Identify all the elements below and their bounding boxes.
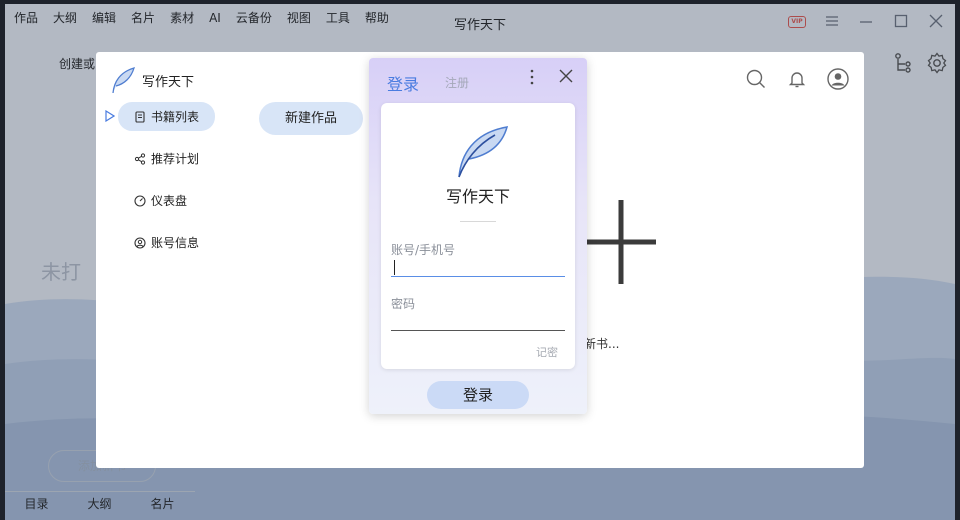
avatar-icon[interactable] xyxy=(827,68,849,90)
nav-label: 推荐计划 xyxy=(151,152,200,166)
new-work-button[interactable]: 新建作品 xyxy=(259,102,363,135)
bell-icon[interactable] xyxy=(787,69,807,89)
nav-item-account[interactable]: 账号信息 xyxy=(118,228,215,257)
account-label: 账号/手机号 xyxy=(391,243,456,257)
panel-brand: 写作天下 xyxy=(142,75,195,90)
remember-password-option[interactable]: 记密 xyxy=(536,344,558,360)
login-brand: 写作天下 xyxy=(445,187,510,206)
login-dialog: 登录 注册 写作天下 账号/手机号 密码 记密 登录 xyxy=(369,58,587,414)
nav-label: 仪表盘 xyxy=(151,194,188,208)
account-input[interactable] xyxy=(391,257,565,277)
user-circle-icon xyxy=(134,236,146,249)
book-list-icon xyxy=(135,110,145,123)
password-underline xyxy=(391,330,565,331)
nav-label: 账号信息 xyxy=(151,236,200,250)
quill-logo-icon xyxy=(458,126,509,178)
password-input[interactable] xyxy=(391,310,565,330)
nav-label: 书籍列表 xyxy=(151,110,200,124)
account-underline xyxy=(391,276,565,277)
more-vertical-icon[interactable] xyxy=(527,68,537,86)
nav-item-dashboard[interactable]: 仪表盘 xyxy=(118,186,215,215)
nav-item-book-list[interactable]: 书籍列表 xyxy=(118,102,215,131)
close-icon[interactable] xyxy=(558,68,574,84)
tab-register[interactable]: 注册 xyxy=(445,74,469,91)
nav-item-recommend[interactable]: 推荐计划 xyxy=(118,144,215,173)
nav-arrow-icon xyxy=(105,110,115,122)
brand-divider xyxy=(460,221,496,222)
gauge-icon xyxy=(134,194,146,207)
tab-login[interactable]: 登录 xyxy=(387,71,419,95)
text-caret xyxy=(394,260,395,275)
share-icon xyxy=(134,152,146,165)
login-card: 写作天下 账号/手机号 密码 记密 xyxy=(381,103,575,369)
search-icon[interactable] xyxy=(746,69,766,89)
login-submit-button[interactable]: 登录 xyxy=(427,381,529,409)
add-book-plus-icon[interactable] xyxy=(586,200,656,284)
quill-logo-icon xyxy=(112,67,135,94)
new-book-label: 新书... xyxy=(584,337,620,351)
